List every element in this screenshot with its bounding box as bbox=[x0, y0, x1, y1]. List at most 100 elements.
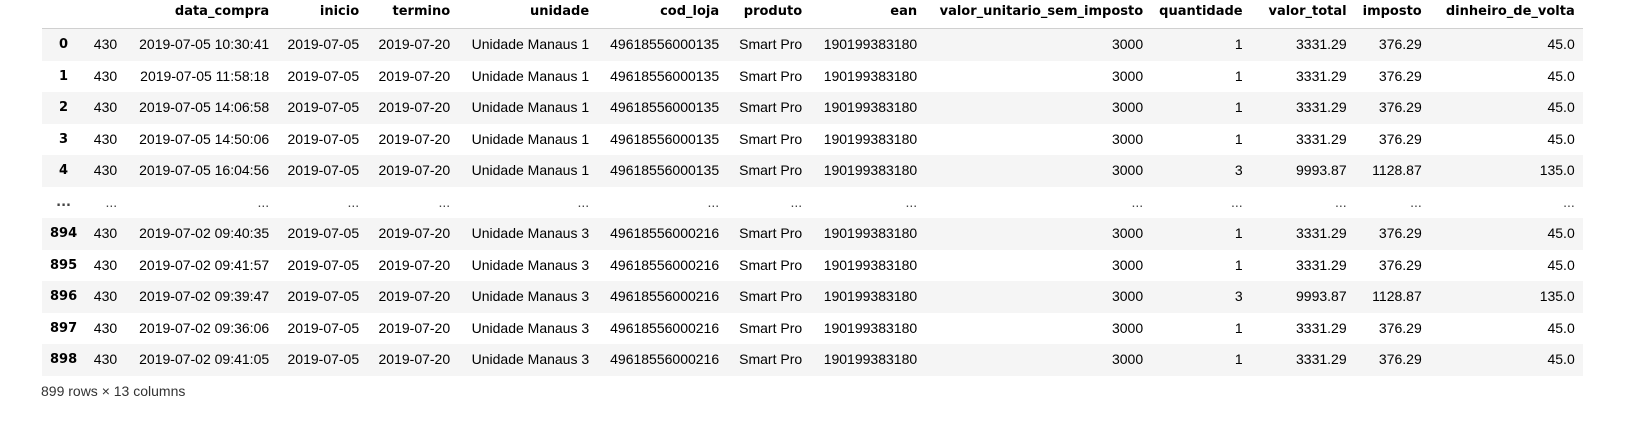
table-row: 898 430 2019-07-02 09:41:05 2019-07-05 2019-… bbox=[42, 344, 1583, 376]
table-cell: 1 bbox=[1234, 225, 1243, 241]
table-cell: 2019-07-20 bbox=[378, 162, 451, 178]
table-cell: 45.0 bbox=[1547, 225, 1575, 241]
table-cell: 1128.87 bbox=[1372, 288, 1422, 304]
table-cell: Unidade Manaus 3 bbox=[471, 288, 590, 304]
table-cell: Unidade Manaus 1 bbox=[471, 36, 590, 52]
table-cell: 430 bbox=[93, 225, 118, 241]
table-cell: Smart Pro bbox=[739, 67, 803, 84]
dataframe-table: data_compra inicio termino unidade cod_loja p… bbox=[42, 0, 1583, 376]
table-cell: 190199383180 bbox=[823, 99, 918, 115]
table-row: 897 430 2019-07-02 09:36:06 2019-07-05 2019-… bbox=[42, 312, 1583, 344]
table-cell: Smart Pro bbox=[739, 225, 803, 241]
table-cell: 430 bbox=[93, 351, 118, 367]
table-cell: 430 bbox=[93, 288, 118, 304]
table-cell: ... bbox=[347, 193, 360, 210]
table-cell: 2019-07-20 bbox=[378, 130, 451, 147]
table-row: 3 430 2019-07-05 14:50:06 2019-07-05 2019-07… bbox=[42, 123, 1583, 155]
table-cell: 3331.29 bbox=[1296, 351, 1347, 367]
table-cell: Smart Pro bbox=[739, 351, 803, 367]
table-cell: 2019-07-05 bbox=[287, 225, 360, 241]
row-index: 898 bbox=[50, 352, 78, 367]
table-cell: ... bbox=[707, 193, 720, 210]
table-cell: 376.29 bbox=[1378, 99, 1422, 115]
table-cell: ... bbox=[1563, 193, 1575, 210]
table-cell: 430 bbox=[93, 36, 118, 52]
table-cell: 2019-07-05 bbox=[287, 256, 360, 273]
table-row: 1 430 2019-07-05 11:58:18 2019-07-05 2019-07… bbox=[42, 60, 1583, 92]
column-header: cod_loja bbox=[597, 0, 728, 29]
table-cell: 2019-07-05 bbox=[287, 351, 360, 367]
table-cell: 9993.87 bbox=[1296, 288, 1347, 304]
table-cell: 2019-07-05 bbox=[287, 36, 360, 52]
dataframe-output: data_compra inicio termino unidade cod_loja p… bbox=[0, 0, 1638, 425]
table-cell: 2019-07-02 09:40:35 bbox=[139, 225, 270, 241]
table-cell: 190199383180 bbox=[823, 162, 918, 178]
table-cell: 3000 bbox=[1111, 130, 1144, 147]
table-cell: 3000 bbox=[1111, 225, 1144, 241]
table-cell: 190199383180 bbox=[823, 351, 918, 367]
column-header: ean bbox=[810, 0, 926, 29]
table-cell: 2019-07-20 bbox=[378, 36, 451, 52]
column-header: produto bbox=[727, 0, 811, 29]
column-header: quantidade bbox=[1151, 0, 1251, 29]
table-cell: 3331.29 bbox=[1296, 67, 1347, 84]
table-cell: 190199383180 bbox=[823, 67, 918, 84]
table-cell: ... bbox=[1131, 193, 1144, 210]
table-row: 895 430 2019-07-02 09:41:57 2019-07-05 2019-… bbox=[42, 249, 1583, 281]
table-cell: 2019-07-05 14:50:06 bbox=[139, 130, 270, 147]
table-cell: 2019-07-05 11:58:18 bbox=[140, 67, 270, 84]
table-row: 894 430 2019-07-02 09:40:35 2019-07-05 2019-… bbox=[42, 218, 1583, 250]
table-cell: 430 bbox=[93, 99, 118, 115]
table-cell: 2019-07-05 bbox=[287, 162, 360, 178]
table-cell: 2019-07-20 bbox=[378, 288, 451, 304]
row-index: 895 bbox=[50, 257, 78, 273]
table-cell: 2019-07-05 bbox=[287, 99, 360, 115]
table-cell: 135.0 bbox=[1539, 162, 1575, 178]
table-cell: ... bbox=[905, 193, 918, 210]
table-cell: Unidade Manaus 1 bbox=[471, 130, 590, 147]
table-cell: 1 bbox=[1234, 319, 1243, 336]
table-cell: 49618556000135 bbox=[610, 162, 720, 178]
row-index: ... bbox=[56, 194, 71, 210]
table-cell: Smart Pro bbox=[739, 288, 803, 304]
row-index: 1 bbox=[59, 68, 69, 84]
table-cell: 190199383180 bbox=[823, 319, 918, 336]
table-cell: ... bbox=[577, 193, 590, 210]
column-header: dinheiro_de_volta bbox=[1429, 0, 1583, 29]
table-cell: 190199383180 bbox=[823, 256, 918, 273]
row-index: 4 bbox=[59, 163, 69, 178]
table-cell: Unidade Manaus 3 bbox=[471, 225, 590, 241]
table-cell: 3000 bbox=[1111, 288, 1144, 304]
table-row: 0 430 2019-07-05 10:30:41 2019-07-05 2019-07… bbox=[42, 28, 1583, 61]
table-cell: 45.0 bbox=[1547, 351, 1575, 367]
table-cell: 49618556000135 bbox=[610, 67, 720, 84]
table-cell: 376.29 bbox=[1378, 319, 1422, 336]
table-cell: 49618556000216 bbox=[610, 288, 720, 304]
table-cell: 49618556000216 bbox=[610, 319, 720, 336]
column-header: valor_total bbox=[1250, 0, 1355, 29]
table-cell: 2019-07-05 16:04:56 bbox=[139, 162, 270, 178]
table-cell: Unidade Manaus 1 bbox=[471, 67, 590, 84]
table-cell: Unidade Manaus 1 bbox=[471, 99, 590, 115]
table-cell: 49618556000216 bbox=[610, 351, 720, 367]
table-cell: 3000 bbox=[1111, 319, 1144, 336]
table-cell: ... bbox=[1410, 193, 1422, 210]
table-body: 0 430 2019-07-05 10:30:41 2019-07-05 2019-07… bbox=[42, 28, 1583, 376]
table-cell: 2019-07-20 bbox=[378, 319, 451, 336]
table-cell: 3331.29 bbox=[1296, 225, 1347, 241]
table-cell: Smart Pro bbox=[739, 130, 803, 147]
table-cell: 1 bbox=[1234, 256, 1243, 273]
table-cell: 3000 bbox=[1111, 99, 1144, 115]
table-cell: Smart Pro bbox=[739, 36, 803, 52]
table-cell: 3331.29 bbox=[1296, 256, 1347, 273]
table-cell: 1 bbox=[1234, 36, 1243, 52]
table-cell: 3331.29 bbox=[1296, 36, 1347, 52]
table-cell: 45.0 bbox=[1547, 99, 1575, 115]
table-cell: 376.29 bbox=[1378, 67, 1422, 84]
table-cell: 2019-07-05 bbox=[287, 288, 360, 304]
table-cell: Unidade Manaus 1 bbox=[471, 162, 590, 178]
table-cell: 1 bbox=[1234, 99, 1243, 115]
table-cell: 2019-07-05 10:30:41 bbox=[139, 36, 270, 52]
table-cell: ... bbox=[1334, 193, 1347, 210]
table-cell: 2019-07-20 bbox=[378, 256, 451, 273]
